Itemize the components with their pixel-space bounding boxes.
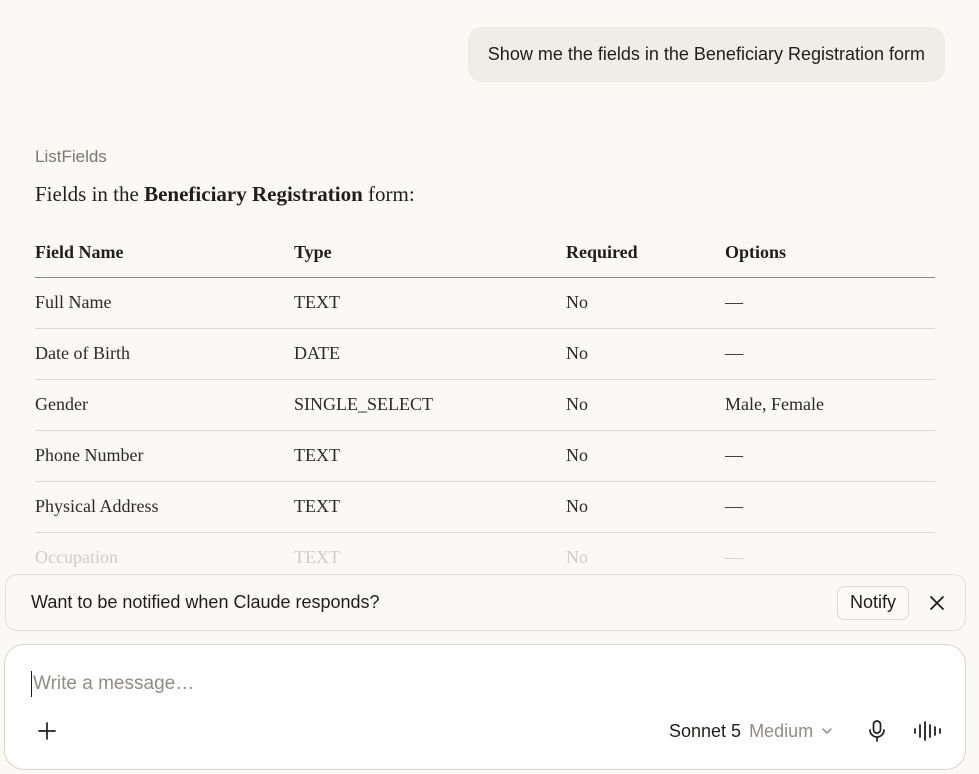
notification-prompt-text: Want to be notified when Claude responds… bbox=[31, 592, 380, 612]
notification-prompt: Want to be notified when Claude responds… bbox=[5, 574, 966, 631]
notify-button[interactable]: Notify bbox=[836, 585, 909, 620]
cell-required: No bbox=[566, 379, 725, 431]
model-effort: Medium bbox=[749, 720, 814, 741]
fields-table: Field Name Type Required Options Full Na… bbox=[35, 228, 935, 574]
table-row: Gender SINGLE_SELECT No Male, Female bbox=[35, 379, 935, 431]
table-header-row: Field Name Type Required Options bbox=[35, 228, 935, 278]
table-row: Date of Birth DATE No — bbox=[35, 328, 935, 380]
cell-field-name: Physical Address bbox=[35, 481, 294, 533]
cell-options: — bbox=[725, 430, 935, 482]
cell-type: TEXT bbox=[294, 481, 566, 533]
cell-required: No bbox=[566, 277, 725, 329]
table-row: Physical Address TEXT No — bbox=[35, 481, 935, 533]
header-options: Options bbox=[725, 228, 935, 278]
cell-required: No bbox=[566, 430, 725, 482]
plus-icon[interactable] bbox=[35, 719, 59, 743]
user-message-bubble: Show me the fields in the Beneficiary Re… bbox=[467, 27, 945, 82]
cell-options: — bbox=[725, 481, 935, 533]
message-input[interactable] bbox=[31, 671, 931, 697]
voice-waveform-icon[interactable] bbox=[913, 719, 941, 743]
cell-type: DATE bbox=[294, 328, 566, 380]
intro-form-name: Beneficiary Registration bbox=[144, 182, 363, 206]
header-type: Type bbox=[294, 228, 566, 278]
table-row: Phone Number TEXT No — bbox=[35, 430, 935, 482]
cell-type: SINGLE_SELECT bbox=[294, 379, 566, 431]
cell-required: No bbox=[566, 481, 725, 533]
cell-field-name: Date of Birth bbox=[35, 328, 294, 380]
fields-table-container: Field Name Type Required Options Full Na… bbox=[35, 228, 935, 574]
cell-options: — bbox=[725, 328, 935, 380]
microphone-icon[interactable] bbox=[866, 719, 888, 743]
cell-field-name: Full Name bbox=[35, 277, 294, 329]
intro-prefix: Fields in the bbox=[35, 182, 145, 206]
model-selector[interactable]: Sonnet 5 Medium bbox=[669, 718, 833, 744]
intro-suffix: form: bbox=[362, 182, 415, 206]
table-row: Occupation TEXT No — bbox=[35, 532, 935, 574]
header-field-name: Field Name bbox=[35, 228, 294, 278]
response-intro: Fields in the Beneficiary Registration f… bbox=[35, 182, 415, 207]
model-name: Sonnet 5 bbox=[669, 720, 742, 741]
table-row: Full Name TEXT No — bbox=[35, 277, 935, 329]
cell-options: — bbox=[725, 532, 935, 574]
cell-field-name: Gender bbox=[35, 379, 294, 431]
cell-type: TEXT bbox=[294, 430, 566, 482]
cell-type: TEXT bbox=[294, 532, 566, 574]
tool-call-label[interactable]: ListFields bbox=[35, 147, 107, 167]
cell-type: TEXT bbox=[294, 277, 566, 329]
close-icon[interactable] bbox=[925, 591, 949, 615]
cell-field-name: Occupation bbox=[35, 532, 294, 574]
cell-required: No bbox=[566, 328, 725, 380]
message-composer: Sonnet 5 Medium bbox=[4, 644, 966, 770]
cell-options: — bbox=[725, 277, 935, 329]
chevron-down-icon bbox=[822, 728, 832, 734]
user-message-text: Show me the fields in the Beneficiary Re… bbox=[487, 44, 925, 64]
cell-options: Male, Female bbox=[725, 379, 935, 431]
cell-field-name: Phone Number bbox=[35, 430, 294, 482]
header-required: Required bbox=[566, 228, 725, 278]
cell-required: No bbox=[566, 532, 725, 574]
